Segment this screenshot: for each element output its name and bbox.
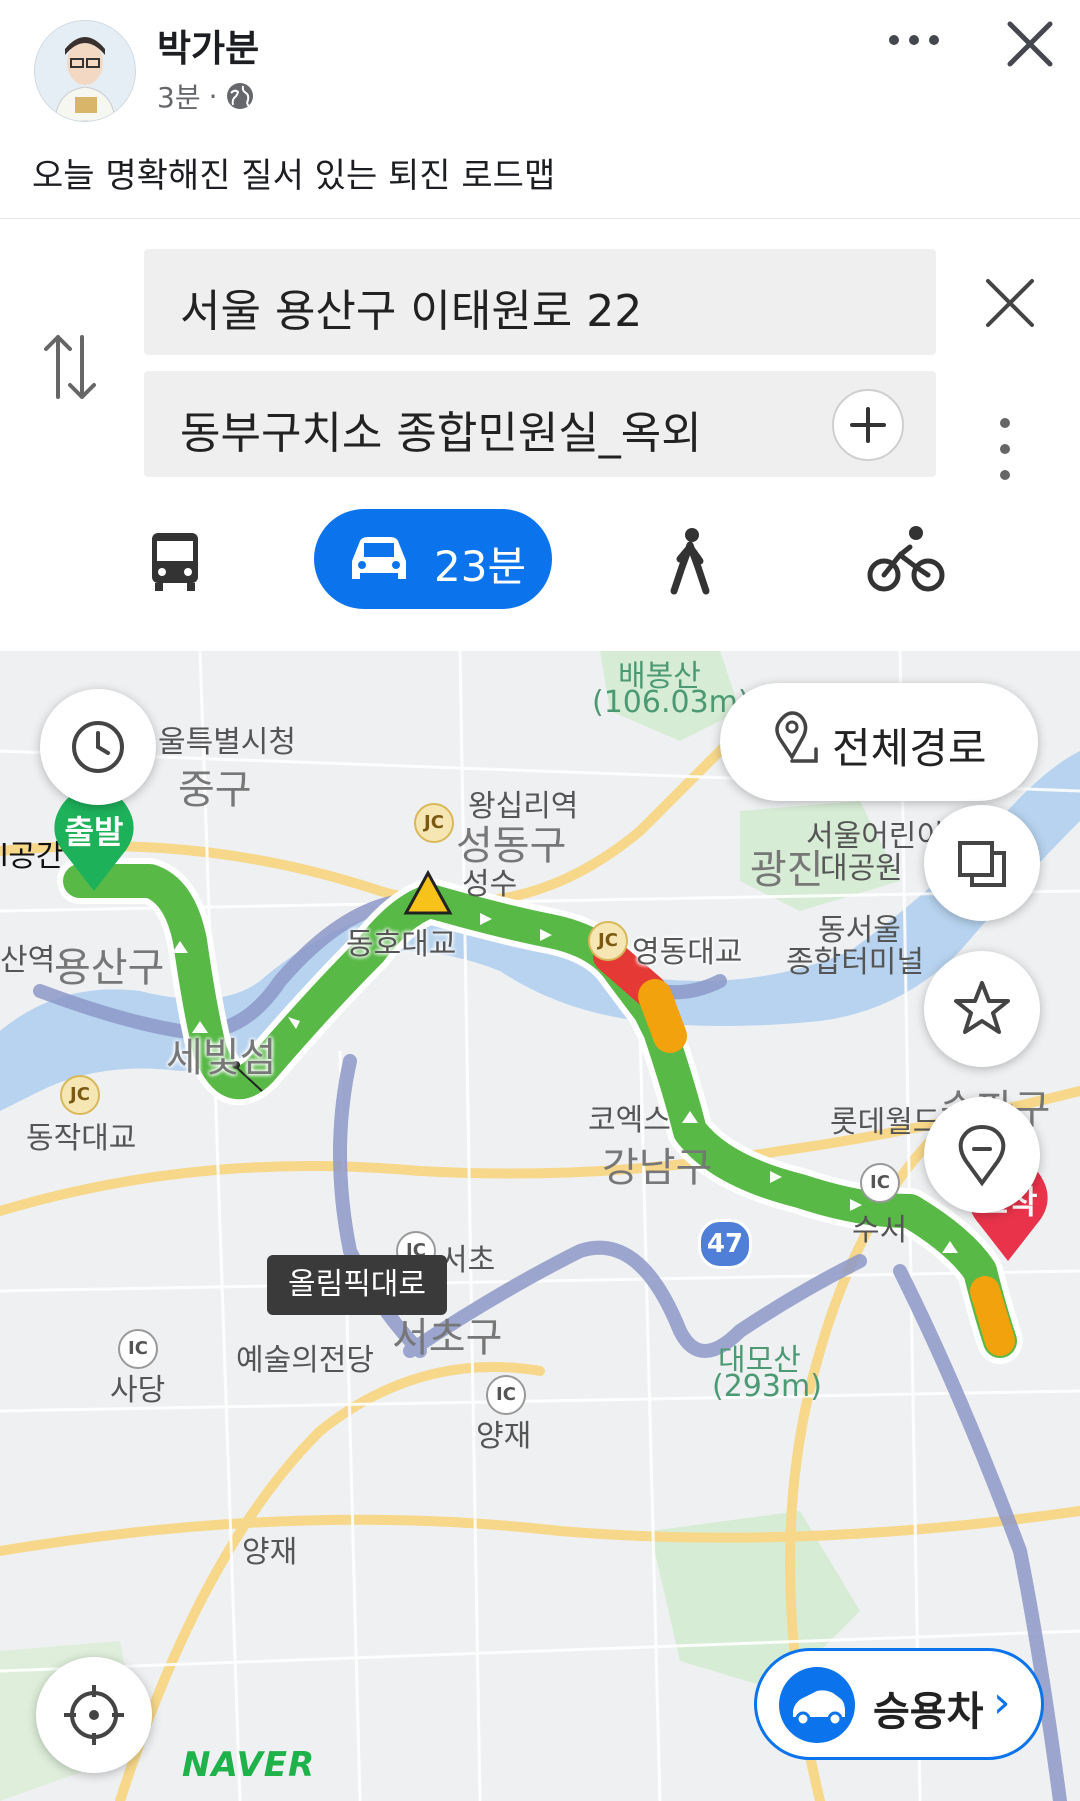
clear-route-icon[interactable] (978, 271, 1042, 335)
pin-icon (958, 1124, 1006, 1187)
origin-text: 서울 용산구 이태원로 22 (180, 286, 643, 337)
map-label: 동작대교 (26, 1121, 137, 1156)
map-label: 산역 (0, 943, 56, 978)
full-route-label: 전체경로 (832, 724, 987, 773)
history-button[interactable] (40, 689, 156, 805)
chevron-right-icon: › (993, 1677, 1011, 1728)
map-label: 중구 (178, 767, 252, 813)
map-label: 종합터미널 (786, 945, 924, 980)
interchange-marker: IC (486, 1375, 526, 1415)
locate-icon (64, 1685, 124, 1745)
interchange-marker: IC (860, 1163, 900, 1203)
start-label: 출발 (64, 813, 124, 851)
junction-marker: JC (414, 803, 454, 843)
car-time: 23분 (434, 542, 527, 591)
road-tooltip: 올림픽대로 (267, 1255, 447, 1315)
junction-marker: JC (588, 921, 628, 961)
bus-icon[interactable] (140, 509, 210, 609)
map-label: 예술의전당 (236, 1343, 374, 1378)
map-label: 성수 (462, 867, 518, 902)
map-label: 영동대교 (632, 935, 743, 970)
destination-text: 동부구치소 종합민원실_옥외 (180, 408, 702, 459)
map-label: (293m) (712, 1369, 822, 1404)
map-label: 세빛섬 (166, 1035, 277, 1081)
map-label: 용산구 (54, 945, 165, 991)
post-caption: 오늘 명확해진 질서 있는 퇴진 로드맵 (32, 156, 556, 196)
map-label: 광진 (750, 847, 824, 893)
map-label: 사당 (110, 1373, 166, 1408)
meta-separator: · (208, 79, 218, 113)
history-icon (72, 721, 124, 773)
plus-icon[interactable] (832, 389, 904, 461)
map-label: 강남구 (602, 1145, 713, 1191)
kebab-icon[interactable] (990, 409, 1020, 489)
map-label: 울특별시청 (158, 725, 296, 760)
junction-marker: JC (60, 1075, 100, 1115)
favorite-button[interactable] (924, 951, 1040, 1067)
author-name[interactable]: 박가분 (157, 18, 259, 72)
star-icon (954, 981, 1010, 1034)
car-icon (352, 537, 406, 579)
post-time[interactable]: 3분 (157, 76, 201, 116)
walk-icon[interactable] (660, 509, 720, 609)
route-panel: 서울 용산구 이태원로 22 동부구치소 종합민원실_옥외 23분 (0, 219, 1080, 651)
bike-icon[interactable] (866, 509, 946, 609)
layers-button[interactable] (924, 805, 1040, 921)
map-label: 수서 (852, 1213, 908, 1248)
waypoint-button[interactable] (924, 1097, 1040, 1213)
vehicle-selector-button[interactable]: 승용차 › (754, 1648, 1044, 1760)
vehicle-label: 승용차 (873, 1689, 984, 1735)
map-label: 동호대교 (346, 927, 457, 962)
more-icon[interactable] (884, 20, 944, 60)
post-meta: 3분 · (157, 76, 255, 116)
naver-logo: NAVER (182, 1745, 316, 1785)
locate-button[interactable] (36, 1657, 152, 1773)
car-mode-button[interactable]: 23분 (314, 509, 552, 609)
route-icon (775, 711, 818, 763)
origin-field[interactable]: 서울 용산구 이태원로 22 (144, 249, 936, 355)
post-header: 박가분 3분 · 오늘 명확해진 질서 있는 퇴진 로드맵 (0, 0, 1080, 215)
avatar-illustration (35, 21, 135, 121)
map-label: 대공원 (820, 851, 903, 886)
map-label: 코엑스 (588, 1103, 671, 1138)
car-icon (779, 1667, 855, 1743)
close-icon[interactable] (1000, 14, 1060, 74)
map-view[interactable]: 배봉산 (106.03m) 울특별시청 중구 왕십리역 성동구 서울어린이 대공… (0, 651, 1080, 1801)
interchange-marker: IC (118, 1329, 158, 1369)
globe-icon (227, 83, 254, 109)
layers-icon (958, 841, 1006, 887)
map-label: 양재 (242, 1535, 298, 1570)
destination-field[interactable]: 동부구치소 종합민원실_옥외 (144, 371, 936, 477)
map-label: 양재 (476, 1419, 532, 1454)
author-avatar[interactable] (34, 20, 136, 122)
map-label: 서초 (440, 1243, 496, 1278)
full-route-button[interactable]: 전체경로 (720, 683, 1038, 801)
route-number-badge: 47 (698, 1219, 752, 1269)
swap-icon[interactable] (40, 327, 100, 407)
